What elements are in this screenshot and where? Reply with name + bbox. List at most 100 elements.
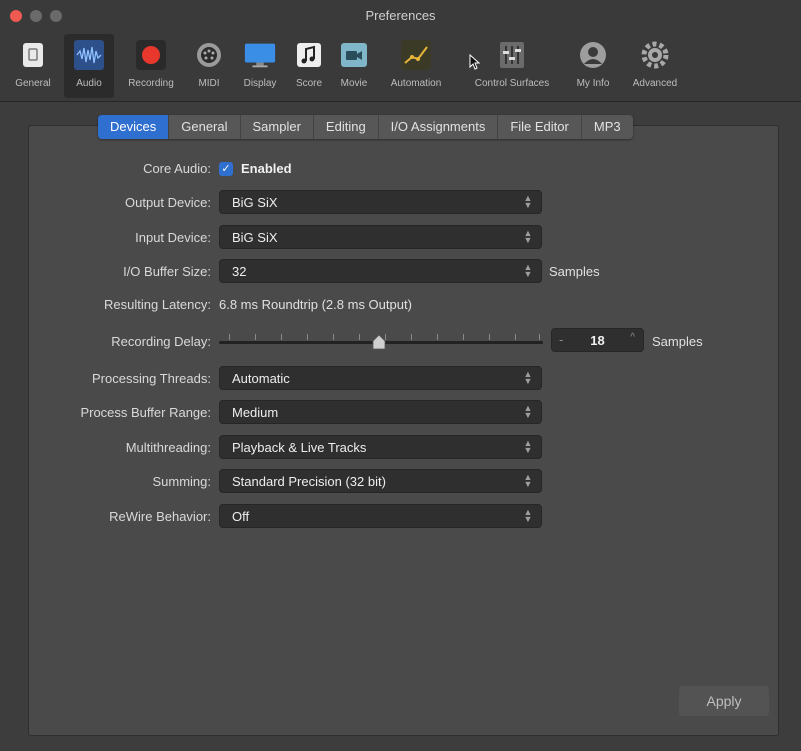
popup-chevrons-icon: ▲ ▼ bbox=[523, 262, 533, 279]
tab-general[interactable]: General bbox=[169, 115, 241, 139]
slider-tick bbox=[515, 334, 516, 340]
record-icon bbox=[134, 38, 168, 72]
tab-bar: Devices General Sampler Editing I/O Assi… bbox=[98, 115, 633, 139]
rewire-behavior-popup[interactable]: Off ▲ ▼ bbox=[219, 504, 542, 528]
window-title: Preferences bbox=[365, 8, 436, 23]
processing-threads-value: Automatic bbox=[232, 371, 290, 386]
music-note-icon bbox=[292, 38, 326, 72]
toolbar-item-label: Score bbox=[295, 78, 323, 89]
toolbar-item-advanced[interactable]: Advanced bbox=[623, 34, 687, 98]
toolbar-item-label: General bbox=[15, 78, 51, 89]
toolbar-item-label: Display bbox=[243, 78, 277, 89]
tab-devices[interactable]: Devices bbox=[98, 115, 170, 139]
core-audio-checkbox-label[interactable]: Enabled bbox=[241, 161, 292, 176]
mouse-pointer-icon bbox=[469, 54, 481, 70]
popup-chevrons-icon: ▲ ▼ bbox=[523, 369, 533, 386]
core-audio-label: Core Audio: bbox=[143, 161, 211, 176]
tab-mp3[interactable]: MP3 bbox=[582, 115, 633, 139]
toolbar-item-movie[interactable]: Movie bbox=[334, 34, 374, 98]
slider-tick bbox=[411, 334, 412, 340]
tab-file-editor[interactable]: File Editor bbox=[498, 115, 582, 139]
toolbar-item-label: Advanced bbox=[632, 78, 678, 89]
input-device-label: Input Device: bbox=[135, 230, 211, 245]
monitor-icon bbox=[243, 38, 277, 72]
process-buffer-range-label: Process Buffer Range: bbox=[80, 405, 211, 420]
person-icon bbox=[576, 38, 610, 72]
summing-value: Standard Precision (32 bit) bbox=[232, 474, 386, 489]
video-camera-icon bbox=[337, 38, 371, 72]
preferences-window: Preferences General Audio Recording MIDI… bbox=[0, 0, 801, 751]
toolbar-item-general[interactable]: General bbox=[8, 34, 58, 98]
recording-delay-slider[interactable] bbox=[219, 332, 543, 352]
summing-label: Summing: bbox=[152, 474, 211, 489]
popup-chevrons-icon: ▲ ▼ bbox=[523, 438, 533, 455]
summing-popup[interactable]: Standard Precision (32 bit) ▲ ▼ bbox=[219, 469, 542, 493]
processing-threads-popup[interactable]: Automatic ▲ ▼ bbox=[219, 366, 542, 390]
popup-chevrons-icon: ▲ ▼ bbox=[523, 507, 533, 524]
toolbar-item-label: Recording bbox=[128, 78, 174, 89]
slider-tick bbox=[437, 334, 438, 340]
slider-tick bbox=[359, 334, 360, 340]
tab-sampler[interactable]: Sampler bbox=[241, 115, 314, 139]
toolbar-item-my-info[interactable]: My Info bbox=[569, 34, 617, 98]
io-buffer-size-value: 32 bbox=[232, 264, 247, 279]
processing-threads-label: Processing Threads: bbox=[92, 371, 211, 386]
toolbar-item-label: Movie bbox=[340, 78, 368, 89]
rewire-behavior-value: Off bbox=[232, 509, 250, 524]
toolbar-item-label: Audio bbox=[76, 78, 102, 89]
popup-chevrons-icon: ▲ ▼ bbox=[523, 193, 533, 210]
io-buffer-size-unit: Samples bbox=[549, 264, 600, 279]
mixer-faders-icon bbox=[495, 38, 529, 72]
process-buffer-range-value: Medium bbox=[232, 405, 279, 420]
recording-delay-stepper[interactable]: - 18 ^ bbox=[551, 328, 644, 352]
multithreading-label: Multithreading: bbox=[125, 440, 211, 455]
toolbar-item-audio[interactable]: Audio bbox=[64, 34, 114, 98]
resulting-latency-label: Resulting Latency: bbox=[104, 297, 211, 312]
rewire-behavior-label: ReWire Behavior: bbox=[109, 509, 211, 524]
gear-icon bbox=[638, 38, 672, 72]
toolbar-item-midi[interactable]: MIDI bbox=[189, 34, 229, 98]
midi-port-icon bbox=[192, 38, 226, 72]
automation-curve-icon bbox=[399, 38, 433, 72]
multithreading-popup[interactable]: Playback & Live Tracks ▲ ▼ bbox=[219, 435, 542, 459]
output-device-label: Output Device: bbox=[125, 195, 211, 210]
slider-tick bbox=[333, 334, 334, 340]
apply-button[interactable]: Apply bbox=[679, 686, 769, 716]
checkmark-icon: ✓ bbox=[221, 163, 231, 175]
devices-panel bbox=[28, 125, 779, 736]
tab-io-assignments[interactable]: I/O Assignments bbox=[379, 115, 499, 139]
core-audio-checkbox[interactable]: ✓ bbox=[219, 162, 233, 176]
recording-delay-unit: Samples bbox=[652, 334, 703, 349]
preferences-toolbar: General Audio Recording MIDI Display Sco… bbox=[0, 30, 801, 102]
switch-icon bbox=[16, 38, 50, 72]
io-buffer-size-popup[interactable]: 32 ▲ ▼ bbox=[219, 259, 542, 283]
output-device-popup[interactable]: BiG SiX ▲ ▼ bbox=[219, 190, 542, 214]
slider-tick bbox=[463, 334, 464, 340]
multithreading-value: Playback & Live Tracks bbox=[232, 440, 367, 455]
input-device-popup[interactable]: BiG SiX ▲ ▼ bbox=[219, 225, 542, 249]
resulting-latency-value: 6.8 ms Roundtrip (2.8 ms Output) bbox=[219, 297, 412, 312]
toolbar-item-label: Control Surfaces bbox=[474, 78, 550, 89]
popup-chevrons-icon: ▲ ▼ bbox=[523, 472, 533, 489]
toolbar-item-score[interactable]: Score bbox=[289, 34, 329, 98]
slider-tick bbox=[229, 334, 230, 340]
slider-thumb[interactable] bbox=[372, 334, 386, 350]
toolbar-item-label: Automation bbox=[390, 78, 442, 89]
toolbar-item-display[interactable]: Display bbox=[235, 34, 285, 98]
toolbar-item-label: My Info bbox=[576, 78, 610, 89]
slider-tick bbox=[539, 334, 540, 340]
toolbar-item-automation[interactable]: Automation bbox=[380, 34, 452, 98]
popup-chevrons-icon: ▲ ▼ bbox=[523, 228, 533, 245]
title-bar: Preferences bbox=[0, 0, 801, 30]
input-device-value: BiG SiX bbox=[232, 230, 278, 245]
stepper-increment-button[interactable]: ^ bbox=[630, 332, 635, 343]
slider-tick bbox=[281, 334, 282, 340]
slider-tick bbox=[489, 334, 490, 340]
toolbar-item-label: MIDI bbox=[198, 78, 220, 89]
toolbar-item-recording[interactable]: Recording bbox=[120, 34, 182, 98]
waveform-icon bbox=[72, 38, 106, 72]
slider-tick bbox=[255, 334, 256, 340]
tab-editing[interactable]: Editing bbox=[314, 115, 379, 139]
process-buffer-range-popup[interactable]: Medium ▲ ▼ bbox=[219, 400, 542, 424]
popup-chevrons-icon: ▲ ▼ bbox=[523, 403, 533, 420]
